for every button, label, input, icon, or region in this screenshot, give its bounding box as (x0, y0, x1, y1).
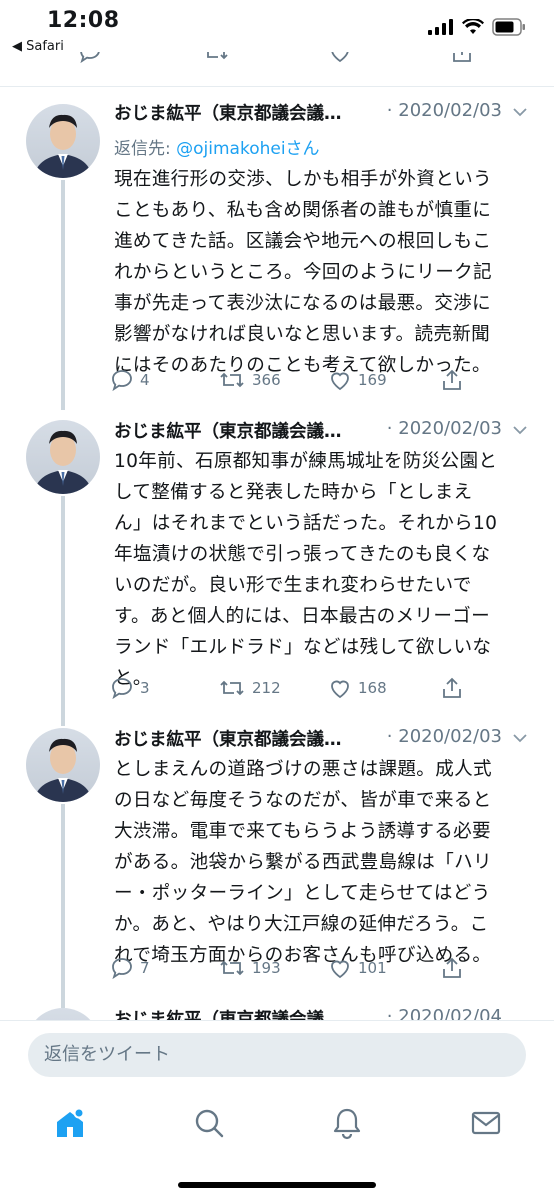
tweet-text: としまえんの道路づけの悪さは課題。成人式 の日など毎度そうなのだが、皆が車で来る… (114, 759, 492, 966)
like-icon (331, 372, 349, 391)
share-icon[interactable] (450, 52, 474, 64)
status-time: 12:08 (47, 8, 120, 33)
reply-icon (112, 370, 132, 392)
bell-icon (333, 1108, 361, 1140)
retweet-icon (220, 680, 244, 696)
tweet-date[interactable]: · 2020/02/03 (387, 726, 502, 747)
reply-bar: 返信をツイート (0, 1020, 554, 1093)
like-count: 101 (358, 959, 387, 977)
tab-notifications[interactable] (330, 1106, 364, 1144)
like-icon (331, 960, 349, 979)
divider (0, 86, 554, 87)
reply-input[interactable]: 返信をツイート (28, 1033, 526, 1077)
mail-icon (471, 1111, 501, 1135)
avatar[interactable] (26, 104, 100, 178)
share-icon (443, 957, 461, 978)
retweet-icon (220, 372, 244, 388)
tweet-date[interactable]: · 2020/02/03 (387, 418, 502, 439)
reply-to-handle[interactable]: @ojimakoheiさん (176, 139, 319, 159)
tweet-date[interactable]: · 2020/02/03 (387, 100, 502, 121)
author-name[interactable]: おじま紘平（東京都議会議… (114, 730, 342, 750)
reply-icon[interactable] (78, 52, 102, 64)
tweet-text: 10年前、石原都知事が練馬城址を防災公園と して整備すると発表した時から「としま… (114, 451, 498, 689)
reply-count: 3 (140, 679, 150, 697)
retweet-icon (220, 960, 244, 976)
tweet-date[interactable]: · 2020/02/04 (387, 1006, 502, 1020)
tab-home[interactable] (52, 1106, 88, 1146)
share-button[interactable] (440, 956, 464, 980)
chevron-down-icon[interactable] (512, 732, 528, 744)
reply-button[interactable]: 3 (110, 676, 150, 700)
reply-count: 7 (140, 959, 150, 977)
retweet-count: 212 (252, 679, 281, 697)
like-count: 169 (358, 371, 387, 389)
like-button[interactable]: 168 (328, 676, 387, 700)
reply-button[interactable]: 7 (110, 956, 150, 980)
share-icon (443, 369, 461, 390)
like-button[interactable]: 101 (328, 956, 387, 980)
tweet-actions: 3 212 168 (110, 676, 470, 706)
retweet-count: 193 (252, 959, 281, 977)
previous-tweet-actions (0, 52, 554, 82)
retweet-button[interactable]: 212 (218, 676, 281, 700)
reply-count: 4 (140, 371, 150, 389)
reply-icon (112, 958, 132, 980)
tweet-text: 現在進行形の交渉、しかも相手が外資という こともあり、私も含め関係者の誰もが慎重… (114, 169, 492, 376)
tab-messages[interactable] (469, 1106, 503, 1144)
retweet-button[interactable]: 193 (218, 956, 281, 980)
home-icon (57, 1107, 85, 1137)
home-indicator[interactable] (178, 1182, 376, 1188)
tweet-2[interactable]: おじま紘平（東京都議会議… · 2020/02/03 10年前、石原都知事が練馬… (0, 418, 554, 726)
tweet-actions: 4 366 169 (110, 368, 470, 398)
share-button[interactable] (440, 676, 464, 700)
retweet-icon[interactable] (202, 52, 230, 64)
retweet-count: 366 (252, 371, 281, 389)
battery-icon (492, 18, 525, 36)
avatar[interactable] (26, 420, 100, 494)
chevron-down-icon[interactable] (512, 424, 528, 436)
reply-button[interactable]: 4 (110, 368, 150, 392)
search-icon (195, 1109, 224, 1138)
like-button[interactable]: 169 (328, 368, 387, 392)
chevron-down-icon[interactable] (512, 106, 528, 118)
share-button[interactable] (440, 368, 464, 392)
reply-icon (112, 678, 132, 700)
like-icon (331, 680, 349, 699)
author-name[interactable]: おじま紘平（東京都議会議… (114, 1010, 342, 1020)
avatar[interactable] (26, 728, 100, 802)
thread-line (61, 496, 65, 726)
thread-line (61, 180, 65, 410)
thread-line (61, 804, 65, 1008)
tweet-4[interactable]: おじま紘平（東京都議会議… · 2020/02/04 (0, 1006, 554, 1020)
wifi-icon (462, 19, 484, 34)
like-count: 168 (358, 679, 387, 697)
tweet-3[interactable]: おじま紘平（東京都議会議… · 2020/02/03 としまえんの道路づけの悪さ… (0, 726, 554, 1008)
like-icon[interactable] (328, 52, 352, 64)
avatar[interactable] (26, 1008, 100, 1020)
tweet-actions: 7 193 101 (110, 956, 470, 986)
author-name[interactable]: おじま紘平（東京都議会議… (114, 422, 342, 442)
tweet-1[interactable]: おじま紘平（東京都議会議… · 2020/02/03 返信先: @ojimako… (0, 100, 554, 410)
status-bar: 12:08 ◀ Safari (0, 0, 554, 60)
signal-icon (428, 19, 453, 35)
author-name[interactable]: おじま紘平（東京都議会議… (114, 104, 342, 124)
reply-to-label: 返信先: @ojimakoheiさん (114, 139, 320, 159)
retweet-button[interactable]: 366 (218, 368, 281, 392)
tab-search[interactable] (192, 1106, 226, 1144)
share-icon (443, 677, 461, 698)
